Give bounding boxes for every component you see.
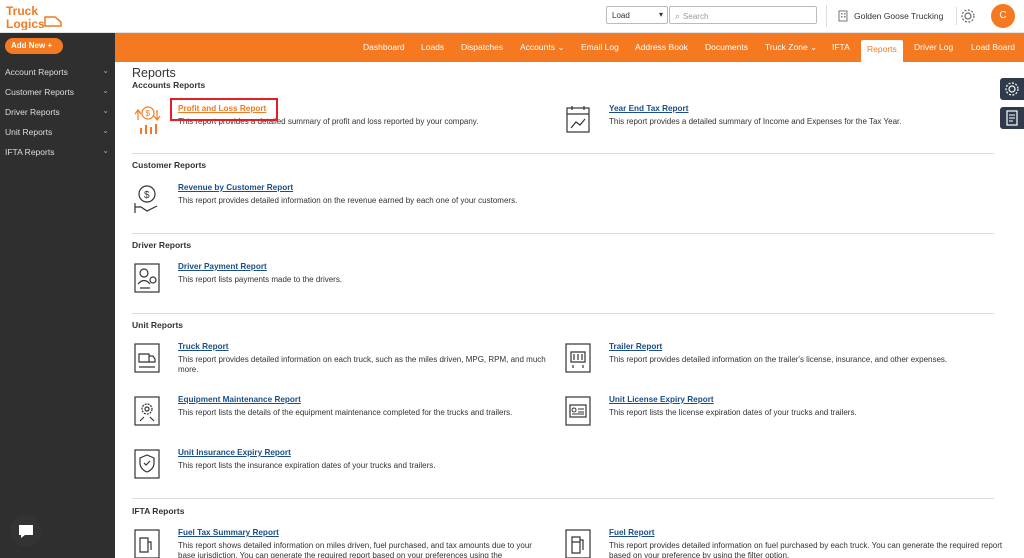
document-icon (1006, 110, 1018, 126)
svg-text:$: $ (146, 109, 151, 118)
unit-insurance-expiry-link[interactable]: Unit Insurance Expiry Report (178, 448, 291, 457)
maintenance-icon (134, 396, 160, 426)
unit-license-expiry-link[interactable]: Unit License Expiry Report (609, 395, 714, 404)
truck-report-link[interactable]: Truck Report (178, 342, 229, 351)
divider (132, 498, 994, 499)
svg-text:$: $ (144, 190, 150, 201)
fuel-tax-icon (134, 529, 160, 558)
profit-loss-icon: $ (134, 106, 161, 134)
floating-settings-button[interactable] (1000, 78, 1024, 100)
nav-accounts[interactable]: Accounts ⌄ (520, 33, 564, 62)
divider (132, 313, 994, 314)
floating-report-button[interactable] (1000, 107, 1024, 129)
add-new-button[interactable]: Add New + (5, 38, 63, 54)
chevron-down-icon: ⌄ (810, 42, 818, 52)
chevron-down-icon: ⌄ (557, 42, 565, 52)
nav-documents[interactable]: Documents (705, 33, 748, 62)
section-unit-reports: Unit Reports (132, 320, 183, 330)
plus-icon: + (47, 41, 53, 50)
search-input[interactable]: ⌕ Search (669, 6, 817, 24)
search-icon: ⌕ (675, 11, 681, 21)
nav-load-board[interactable]: Load Board (971, 33, 1015, 62)
fuel-icon (565, 529, 591, 558)
sidebar-item-customer-reports[interactable]: Customer Reports ⌄ (0, 82, 115, 102)
chat-bubble-icon (19, 525, 33, 538)
load-select[interactable]: Load ▾ (606, 6, 668, 24)
revenue-by-customer-link[interactable]: Revenue by Customer Report (178, 183, 293, 192)
nav-driver-log[interactable]: Driver Log (914, 33, 953, 62)
year-end-tax-link[interactable]: Year End Tax Report (609, 104, 688, 113)
section-customer-reports: Customer Reports (132, 160, 207, 170)
chevron-down-icon: ⌄ (102, 66, 109, 75)
highlight-box (170, 98, 278, 121)
nav-dispatches[interactable]: Dispatches (461, 33, 503, 62)
nav-reports[interactable]: Reports (861, 40, 903, 62)
sidebar-item-account-reports[interactable]: Account Reports ⌄ (0, 62, 115, 82)
main-content: Reports Accounts Reports $ Profit and Lo… (132, 66, 1003, 558)
chevron-down-icon: ⌄ (102, 126, 109, 135)
avatar[interactable]: C (991, 4, 1015, 28)
divider (132, 153, 994, 154)
driver-payment-icon (134, 263, 160, 293)
company-name: Golden Goose Trucking (854, 11, 944, 21)
revenue-icon: $ (134, 185, 158, 213)
gear-icon (961, 9, 975, 23)
page-title: Reports (132, 66, 176, 80)
trailer-icon (565, 343, 591, 373)
building-icon (838, 10, 848, 22)
svg-text:Logics: Logics (6, 17, 45, 30)
truck-logics-logo[interactable]: Truck Logics (5, 3, 65, 30)
trailer-report-link[interactable]: Trailer Report (609, 342, 662, 351)
settings-button[interactable] (956, 7, 975, 25)
main-nav: Dashboard Loads Dispatches Accounts ⌄ Em… (115, 33, 1024, 62)
sidebar: Add New + Account Reports ⌄ Customer Repo… (0, 33, 115, 558)
nav-address-book[interactable]: Address Book (635, 33, 688, 62)
section-driver-reports: Driver Reports (132, 240, 192, 250)
sidebar-item-unit-reports[interactable]: Unit Reports ⌄ (0, 122, 115, 142)
chevron-down-icon: ▾ (658, 10, 663, 19)
sidebar-item-driver-reports[interactable]: Driver Reports ⌄ (0, 102, 115, 122)
fuel-report-link[interactable]: Fuel Report (609, 528, 655, 537)
divider (132, 233, 994, 234)
license-icon (565, 396, 591, 426)
driver-payment-link[interactable]: Driver Payment Report (178, 262, 267, 271)
svg-text:Truck: Truck (6, 4, 38, 18)
nav-ifta[interactable]: IFTA (832, 33, 850, 62)
sidebar-item-ifta-reports[interactable]: IFTA Reports ⌄ (0, 142, 115, 162)
nav-dashboard[interactable]: Dashboard (363, 33, 405, 62)
chat-widget-button[interactable] (10, 515, 42, 547)
insurance-icon (134, 449, 160, 479)
calendar-icon (566, 106, 590, 133)
chevron-down-icon: ⌄ (102, 146, 109, 155)
fuel-tax-summary-link[interactable]: Fuel Tax Summary Report (178, 528, 279, 537)
section-ifta-reports: IFTA Reports (132, 506, 185, 516)
gear-icon (1005, 82, 1019, 96)
chevron-down-icon: ⌄ (102, 106, 109, 115)
top-bar: Truck Logics Load ▾ ⌕ Search Golden Goose … (0, 0, 1024, 33)
section-accounts-reports: Accounts Reports (132, 80, 206, 90)
equipment-maintenance-link[interactable]: Equipment Maintenance Report (178, 395, 301, 404)
nav-truck-zone[interactable]: Truck Zone ⌄ (765, 33, 817, 62)
chevron-down-icon: ⌄ (102, 86, 109, 95)
nav-loads[interactable]: Loads (421, 33, 444, 62)
company-switcher[interactable]: Golden Goose Trucking (826, 5, 943, 27)
nav-email-log[interactable]: Email Log (581, 33, 619, 62)
truck-icon (134, 343, 160, 373)
